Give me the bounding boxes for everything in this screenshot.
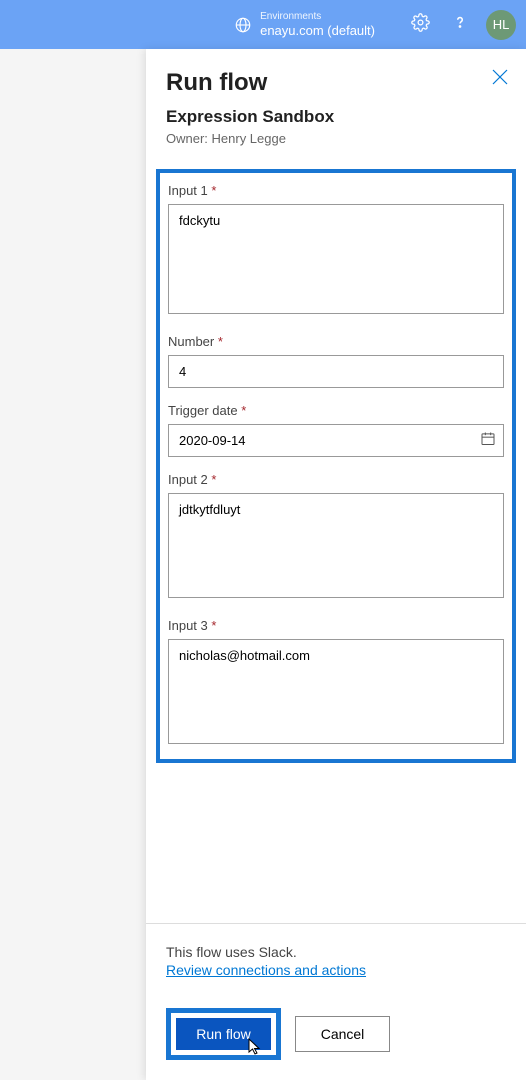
help-button[interactable] bbox=[444, 9, 476, 41]
settings-button[interactable] bbox=[404, 9, 436, 41]
field-input1: Input 1 * bbox=[168, 183, 504, 319]
highlight-box: Run flow bbox=[166, 1008, 281, 1060]
flow-name: Expression Sandbox bbox=[166, 107, 506, 127]
input2-label: Input 2 * bbox=[168, 472, 504, 487]
cancel-button[interactable]: Cancel bbox=[295, 1016, 390, 1052]
panel-header: Run flow Expression Sandbox Owner: Henry… bbox=[146, 49, 526, 154]
user-avatar[interactable]: HL bbox=[486, 10, 516, 40]
flow-owner: Owner: Henry Legge bbox=[166, 131, 506, 146]
avatar-initials: HL bbox=[493, 17, 510, 32]
close-button[interactable] bbox=[492, 69, 508, 90]
trigger-date-label: Trigger date * bbox=[168, 403, 504, 418]
input2-field[interactable] bbox=[168, 493, 504, 598]
environment-label: Environments bbox=[260, 11, 375, 23]
run-flow-button[interactable]: Run flow bbox=[176, 1018, 271, 1050]
inputs-form: Input 1 * Number * Trigger date * bbox=[156, 169, 516, 763]
input3-field[interactable] bbox=[168, 639, 504, 744]
gear-icon bbox=[411, 13, 430, 37]
input1-label: Input 1 * bbox=[168, 183, 504, 198]
close-icon bbox=[492, 72, 508, 89]
globe-icon bbox=[234, 16, 252, 34]
uses-text: This flow uses Slack. bbox=[166, 944, 506, 960]
number-field[interactable] bbox=[168, 355, 504, 388]
number-label: Number * bbox=[168, 334, 504, 349]
review-connections-link[interactable]: Review connections and actions bbox=[166, 962, 366, 978]
question-icon bbox=[451, 13, 469, 36]
field-input3: Input 3 * bbox=[168, 618, 504, 749]
panel-footer: This flow uses Slack. Review connections… bbox=[146, 923, 526, 1080]
environment-selector[interactable]: Environments enayu.com (default) bbox=[234, 11, 375, 39]
field-number: Number * bbox=[168, 334, 504, 388]
run-flow-panel: Run flow Expression Sandbox Owner: Henry… bbox=[146, 49, 526, 1080]
field-trigger-date: Trigger date * bbox=[168, 403, 504, 457]
input3-label: Input 3 * bbox=[168, 618, 504, 633]
trigger-date-field[interactable] bbox=[168, 424, 504, 457]
input1-field[interactable] bbox=[168, 204, 504, 314]
top-header: Environments enayu.com (default) HL bbox=[0, 0, 526, 49]
environment-name: enayu.com (default) bbox=[260, 23, 375, 39]
field-input2: Input 2 * bbox=[168, 472, 504, 603]
panel-title: Run flow bbox=[166, 69, 506, 97]
